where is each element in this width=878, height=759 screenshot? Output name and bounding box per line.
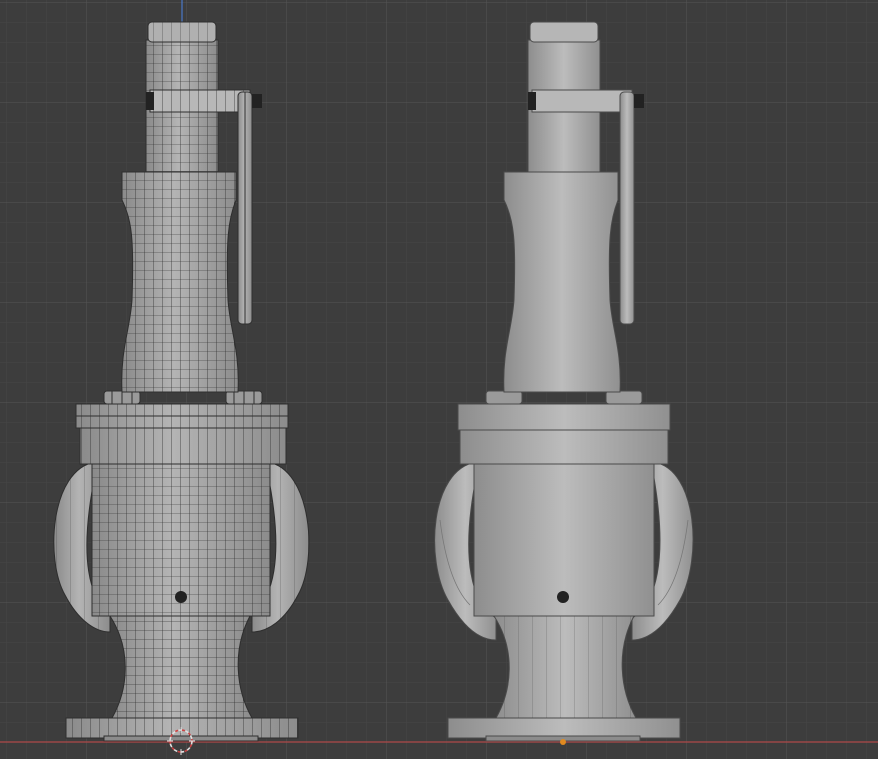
- bonnet-flange: [457, 403, 671, 431]
- drain-hole: [557, 591, 569, 603]
- 3d-viewport[interactable]: [0, 0, 878, 759]
- bottom-flange: [447, 717, 681, 739]
- bolt-right: [225, 390, 263, 405]
- bonnet-column: [503, 171, 621, 393]
- bolt-right: [605, 390, 643, 405]
- bolt-left: [103, 390, 141, 405]
- bonnet-collar: [459, 429, 669, 465]
- bolt-left: [485, 390, 523, 405]
- object-origin-dot: [560, 739, 566, 745]
- drain-hole: [175, 591, 187, 603]
